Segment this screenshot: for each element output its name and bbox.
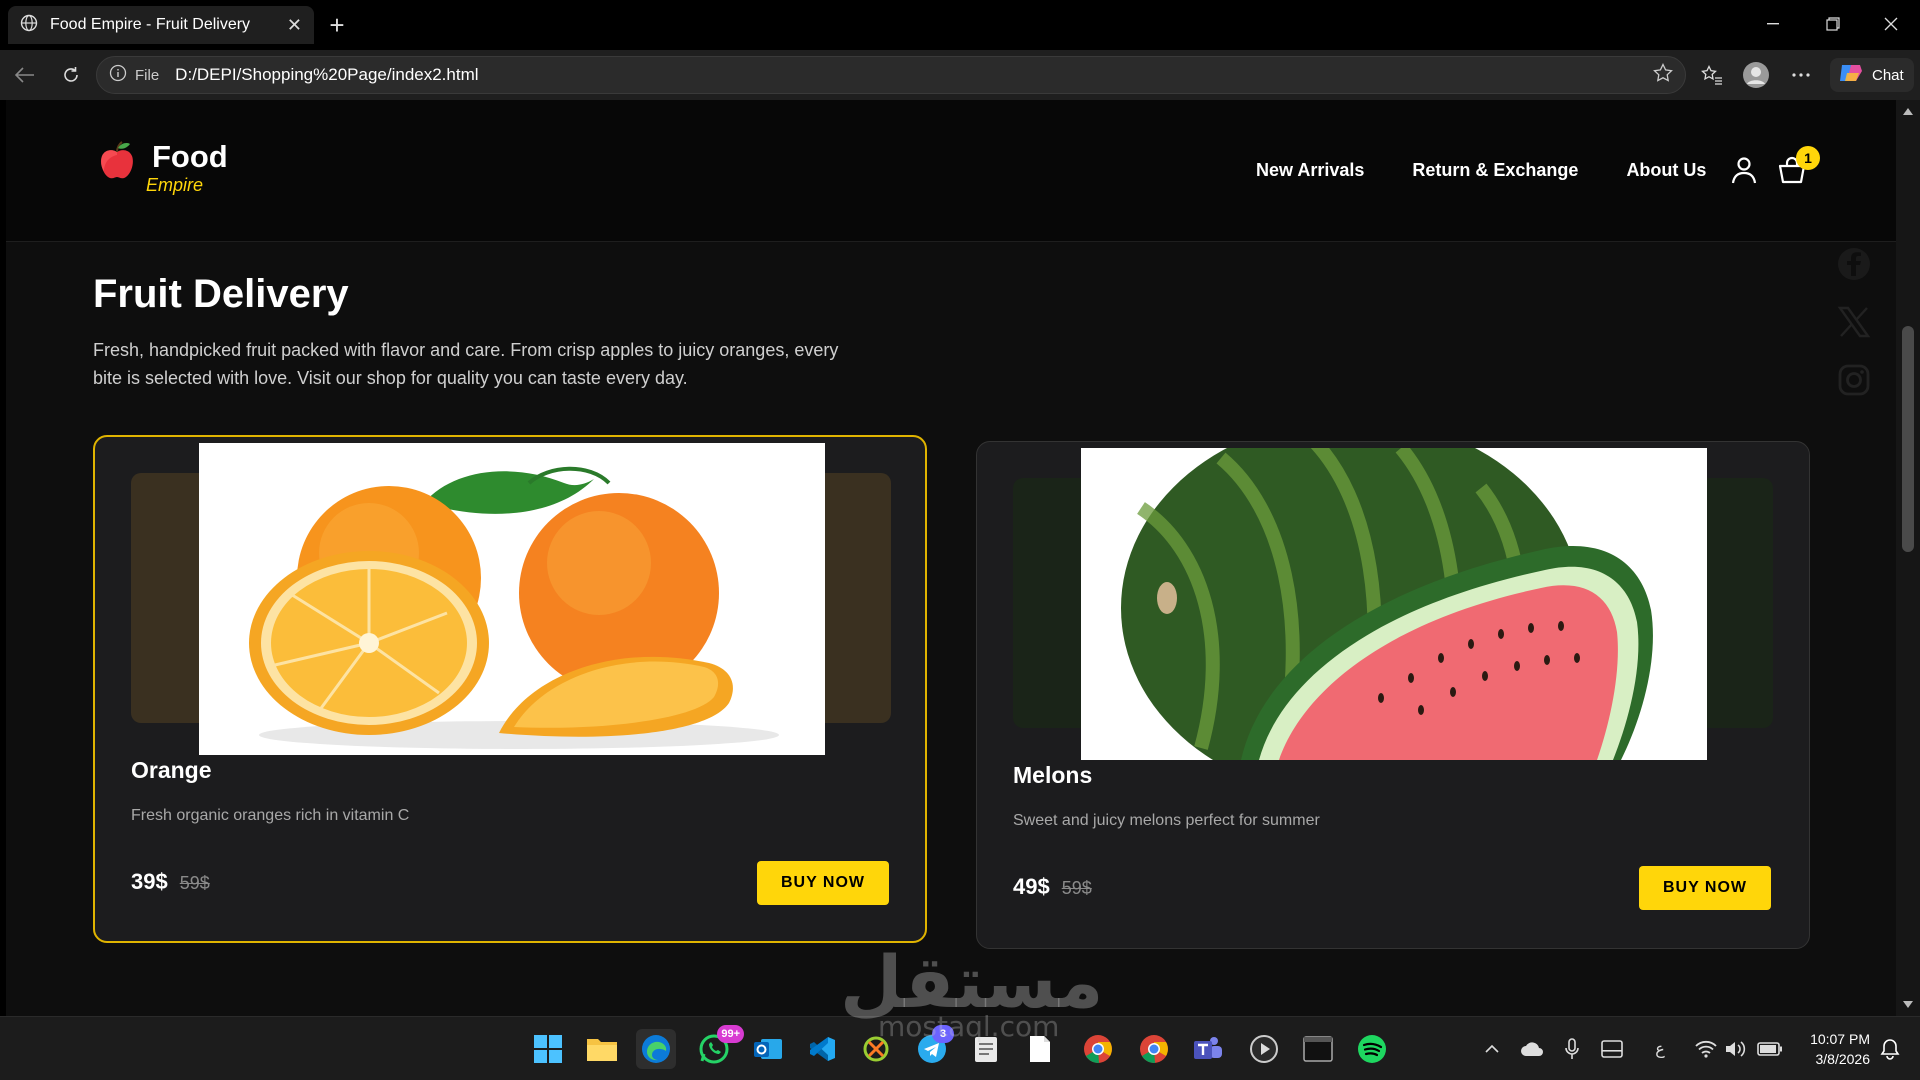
product-name: Orange bbox=[131, 757, 212, 783]
page-viewport: Food Empire New Arrivals Return & Exchan… bbox=[6, 100, 1896, 1016]
close-tab-icon[interactable]: ✕ bbox=[287, 15, 302, 36]
nav-new-arrivals[interactable]: New Arrivals bbox=[1256, 160, 1364, 181]
vscode-icon[interactable] bbox=[802, 1029, 842, 1069]
address-prefix: File bbox=[135, 66, 160, 84]
page-title: Fruit Delivery bbox=[93, 272, 349, 316]
address-bar[interactable]: File D:/DEPI/Shopping%20Page/index2.html bbox=[96, 56, 1686, 94]
input-language-indicator[interactable]: ع bbox=[1646, 1035, 1674, 1063]
tablet-mode-icon[interactable] bbox=[1598, 1035, 1626, 1063]
copilot-icon bbox=[1838, 61, 1864, 90]
scroll-up-arrow-icon[interactable] bbox=[1903, 108, 1913, 115]
file-explorer-icon[interactable] bbox=[582, 1029, 622, 1069]
minimize-button[interactable] bbox=[1748, 8, 1798, 40]
scroll-down-arrow-icon[interactable] bbox=[1903, 1001, 1913, 1008]
wifi-icon[interactable] bbox=[1692, 1035, 1720, 1063]
spotify-icon[interactable] bbox=[1352, 1029, 1392, 1069]
product-price: 39$ 59$ bbox=[131, 869, 210, 895]
chrome-profile-icon[interactable] bbox=[1134, 1029, 1174, 1069]
x-icon[interactable] bbox=[1834, 302, 1874, 342]
melon-image bbox=[1081, 448, 1707, 760]
instagram-icon[interactable] bbox=[1834, 360, 1874, 400]
media-player-icon[interactable] bbox=[1244, 1029, 1284, 1069]
microphone-icon[interactable] bbox=[1558, 1035, 1586, 1063]
browser-tab[interactable]: Food Empire - Fruit Delivery ✕ bbox=[8, 6, 314, 44]
copilot-chat-button[interactable]: Chat bbox=[1830, 58, 1914, 92]
battery-icon[interactable] bbox=[1756, 1035, 1784, 1063]
product-description: Fresh organic oranges rich in vitamin C bbox=[131, 807, 410, 824]
more-menu-icon[interactable] bbox=[1786, 60, 1816, 90]
tab-title: Food Empire - Fruit Delivery bbox=[50, 16, 251, 33]
globe-icon bbox=[20, 14, 38, 37]
product-name: Melons bbox=[1013, 762, 1093, 788]
profile-avatar[interactable] bbox=[1741, 60, 1771, 90]
show-hidden-icons-icon[interactable] bbox=[1478, 1035, 1506, 1063]
site-logo[interactable]: Food Empire bbox=[98, 140, 228, 196]
facebook-icon[interactable] bbox=[1834, 244, 1874, 284]
volume-icon[interactable] bbox=[1722, 1035, 1750, 1063]
user-icon[interactable] bbox=[1724, 150, 1764, 190]
current-price: 49$ bbox=[1013, 874, 1050, 899]
brand-name: Food bbox=[152, 139, 228, 174]
system-clock[interactable]: 10:07 PM 3/8/2026 bbox=[1800, 1029, 1870, 1069]
product-price: 49$ 59$ bbox=[1013, 874, 1092, 900]
whatsapp-icon[interactable]: 99+ bbox=[694, 1025, 744, 1069]
chrome-icon[interactable] bbox=[1078, 1029, 1118, 1069]
old-price: 59$ bbox=[179, 873, 210, 893]
nav-return-exchange[interactable]: Return & Exchange bbox=[1412, 160, 1578, 181]
chat-label: Chat bbox=[1872, 66, 1904, 84]
close-window-button[interactable] bbox=[1866, 8, 1916, 40]
outlook-icon[interactable] bbox=[748, 1029, 788, 1069]
orange-image bbox=[199, 443, 825, 755]
edge-browser-icon[interactable] bbox=[636, 1029, 676, 1069]
browser-tab-bar: Food Empire - Fruit Delivery ✕ + bbox=[0, 0, 1920, 50]
onedrive-cloud-icon[interactable] bbox=[1518, 1035, 1546, 1063]
url-text[interactable]: D:/DEPI/Shopping%20Page/index2.html bbox=[175, 65, 1653, 85]
main-nav: New Arrivals Return & Exchange About Us bbox=[1256, 160, 1706, 181]
reload-button[interactable] bbox=[56, 60, 86, 90]
watermark-url: mostaql.com bbox=[878, 1010, 1060, 1043]
clock-time: 10:07 PM bbox=[1810, 1031, 1870, 1047]
page-scrollbar[interactable] bbox=[1896, 100, 1920, 1016]
clock-date: 3/8/2026 bbox=[1815, 1051, 1871, 1067]
product-card-melons[interactable]: Melons Sweet and juicy melons perfect fo… bbox=[976, 441, 1810, 949]
info-icon[interactable] bbox=[109, 64, 127, 87]
back-button[interactable] bbox=[10, 60, 40, 90]
page-description: Fresh, handpicked fruit packed with flav… bbox=[93, 340, 839, 388]
product-card-orange[interactable]: Orange Fresh organic oranges rich in vit… bbox=[93, 435, 927, 943]
apple-icon bbox=[98, 140, 136, 187]
buy-now-button[interactable]: BUY NOW bbox=[757, 861, 889, 905]
nav-about-us[interactable]: About Us bbox=[1626, 160, 1706, 181]
favorites-icon[interactable] bbox=[1697, 60, 1727, 90]
product-description: Sweet and juicy melons perfect for summe… bbox=[1013, 812, 1320, 829]
old-price: 59$ bbox=[1061, 878, 1092, 898]
restore-button[interactable] bbox=[1808, 8, 1858, 40]
scrollbar-thumb[interactable] bbox=[1902, 326, 1914, 552]
windows-start-icon[interactable] bbox=[528, 1029, 568, 1069]
brand-tagline: Empire bbox=[146, 175, 204, 195]
buy-now-button[interactable]: BUY NOW bbox=[1639, 866, 1771, 910]
whatsapp-badge: 99+ bbox=[717, 1025, 744, 1043]
cart-count-badge: 1 bbox=[1796, 146, 1820, 170]
terminal-icon[interactable] bbox=[1298, 1029, 1338, 1069]
favorite-star-icon[interactable] bbox=[1653, 62, 1673, 88]
notifications-icon[interactable] bbox=[1876, 1035, 1904, 1063]
site-header: Food Empire New Arrivals Return & Exchan… bbox=[6, 100, 1896, 242]
teams-icon[interactable] bbox=[1188, 1029, 1228, 1069]
new-tab-button[interactable]: + bbox=[322, 10, 352, 40]
current-price: 39$ bbox=[131, 869, 168, 894]
browser-toolbar: File D:/DEPI/Shopping%20Page/index2.html… bbox=[0, 50, 1920, 100]
